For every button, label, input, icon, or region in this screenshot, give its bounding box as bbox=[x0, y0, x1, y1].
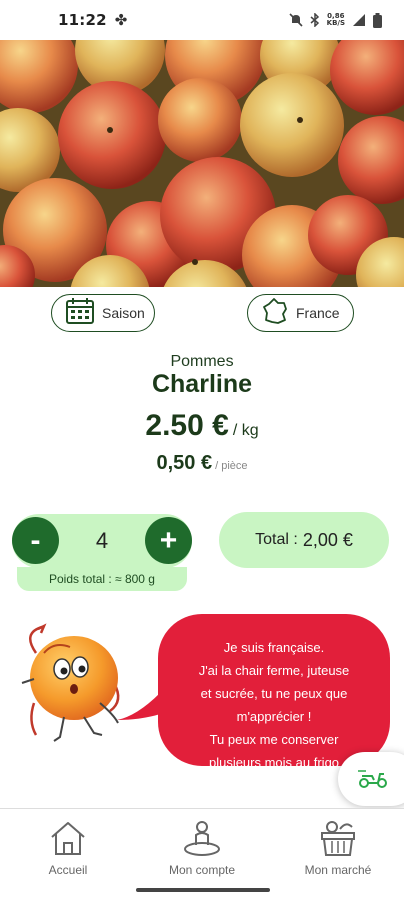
price-per-kg: 2.50 € / kg bbox=[0, 409, 404, 443]
increase-quantity-button[interactable]: + bbox=[145, 517, 192, 564]
net-speed: 0,86 KB/S bbox=[327, 13, 345, 27]
price-per-piece: 0,50 € / pièce bbox=[0, 452, 404, 475]
mute-icon bbox=[289, 13, 303, 27]
product-hero-image bbox=[0, 40, 404, 287]
origin-chip[interactable]: France bbox=[247, 294, 354, 332]
net-speed-unit: KB/S bbox=[326, 19, 345, 27]
bottom-navigation: Accueil Mon compte Mon marché bbox=[0, 808, 404, 900]
status-icons: 0,86 KB/S bbox=[289, 12, 382, 28]
battery-icon bbox=[373, 12, 382, 28]
price-piece-value: 0,50 € bbox=[156, 452, 213, 474]
total-weight-label: Poids total : ≈ 800 g bbox=[17, 567, 187, 591]
peach-mascot-icon bbox=[14, 623, 134, 745]
signal-icon bbox=[352, 13, 366, 27]
total-price-box: Total : 2,00 € bbox=[219, 512, 389, 568]
home-indicator[interactable] bbox=[136, 888, 270, 892]
speech-line: et sucrée, tu ne peux que bbox=[200, 686, 348, 701]
nav-label-mon-marche: Mon marché bbox=[304, 863, 372, 877]
price-unit: / kg bbox=[232, 422, 259, 439]
mascot-speech-text: Je suis française. J'ai la chair ferme, … bbox=[168, 636, 380, 774]
nav-item-mon-marche[interactable]: Mon marché bbox=[278, 819, 398, 877]
bluetooth-icon bbox=[310, 13, 320, 27]
delivery-button[interactable] bbox=[338, 752, 404, 806]
fan-icon: ✤ bbox=[114, 11, 128, 29]
france-map-icon bbox=[262, 297, 288, 329]
status-bar: 11:22 ✤ 0,86 KB/S bbox=[0, 0, 404, 40]
product-category: Pommes bbox=[170, 353, 234, 370]
season-chip[interactable]: Saison bbox=[51, 294, 155, 332]
product-name: Charline bbox=[151, 370, 253, 398]
season-chip-label: Saison bbox=[102, 305, 145, 321]
speech-line: Je suis française. bbox=[223, 640, 325, 655]
delivery-scooter-icon bbox=[358, 766, 388, 793]
status-time: 11:22 bbox=[58, 11, 107, 29]
speech-line: Tu peux me conserver bbox=[209, 732, 339, 747]
home-icon bbox=[8, 819, 128, 857]
account-icon bbox=[142, 819, 262, 857]
market-basket-icon bbox=[278, 819, 398, 857]
price-piece-unit: / pièce bbox=[215, 460, 248, 472]
calendar-icon bbox=[66, 297, 94, 329]
speech-line: m'apprécier ! bbox=[236, 709, 312, 724]
quantity-stepper: - 4 + bbox=[12, 514, 192, 568]
total-value: 2,00 € bbox=[302, 529, 353, 550]
nav-item-accueil[interactable]: Accueil bbox=[8, 819, 128, 877]
nav-label-mon-compte: Mon compte bbox=[168, 863, 236, 877]
decrease-quantity-button[interactable]: - bbox=[12, 517, 59, 564]
total-label: Total : bbox=[255, 531, 298, 548]
origin-chip-label: France bbox=[296, 305, 340, 321]
quantity-value: 4 bbox=[95, 528, 109, 553]
nav-item-mon-compte[interactable]: Mon compte bbox=[142, 819, 262, 877]
nav-label-accueil: Accueil bbox=[48, 863, 88, 877]
price-value: 2.50 € bbox=[145, 409, 229, 442]
speech-line: J'ai la chair ferme, juteuse bbox=[198, 663, 350, 678]
